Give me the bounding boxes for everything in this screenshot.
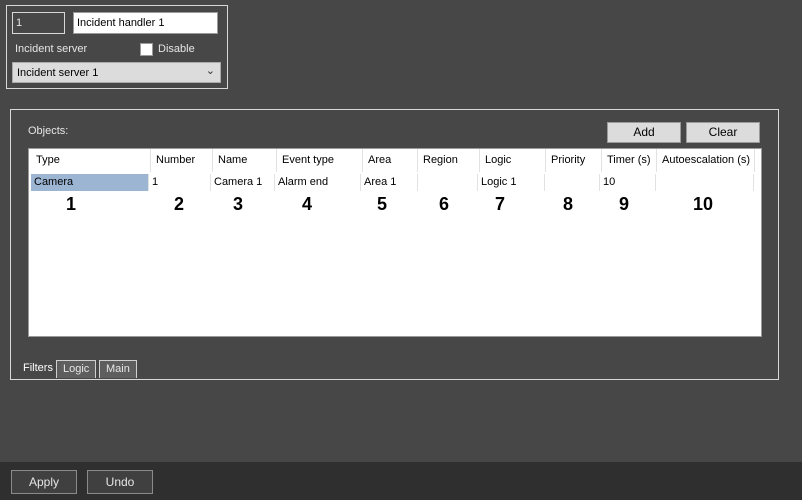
column-number-label: 7 bbox=[494, 194, 505, 214]
cell-region[interactable] bbox=[418, 174, 478, 191]
undo-button[interactable]: Undo bbox=[87, 470, 153, 494]
bottom-toolbar: Apply Undo bbox=[0, 462, 802, 500]
column-number-label: 10 bbox=[692, 194, 714, 214]
column-number-label: 2 bbox=[173, 194, 184, 214]
column-header-number[interactable]: Number bbox=[151, 149, 213, 172]
column-number-label: 3 bbox=[232, 194, 243, 214]
column-header-name[interactable]: Name bbox=[213, 149, 277, 172]
tab-main[interactable]: Main bbox=[99, 360, 137, 378]
disable-label: Disable bbox=[158, 43, 195, 55]
incident-server-label: Incident server bbox=[15, 43, 88, 55]
cell-priority[interactable] bbox=[545, 174, 600, 191]
column-number-label: 5 bbox=[376, 194, 387, 214]
column-number-label: 1 bbox=[65, 194, 76, 214]
cell-number[interactable]: 1 bbox=[149, 174, 211, 191]
cell-event-type[interactable]: Alarm end bbox=[275, 174, 361, 191]
id-field[interactable]: 1 bbox=[12, 12, 65, 34]
column-header-timer[interactable]: Timer (s) bbox=[602, 149, 657, 172]
column-number-label: 9 bbox=[618, 194, 629, 214]
name-field[interactable]: Incident handler 1 bbox=[73, 12, 218, 34]
objects-panel: Objects: Add Clear Type Number Name Even… bbox=[10, 109, 779, 380]
column-header-area[interactable]: Area bbox=[363, 149, 418, 172]
objects-table: Type Number Name Event type Area Region … bbox=[28, 148, 762, 337]
column-header-autoescalation[interactable]: Autoescalation (s) bbox=[657, 149, 755, 172]
tab-filters[interactable]: Filters bbox=[17, 360, 59, 378]
add-button[interactable]: Add bbox=[607, 122, 681, 143]
column-number-label: 8 bbox=[562, 194, 573, 214]
disable-checkbox[interactable] bbox=[140, 43, 153, 56]
cell-autoescalation[interactable] bbox=[656, 174, 754, 191]
clear-button[interactable]: Clear bbox=[686, 122, 760, 143]
column-number-label: 4 bbox=[301, 194, 312, 214]
objects-label: Objects: bbox=[28, 125, 69, 137]
cell-type[interactable]: Camera bbox=[31, 174, 149, 191]
tab-logic[interactable]: Logic bbox=[56, 360, 97, 378]
column-header-logic[interactable]: Logic bbox=[480, 149, 546, 172]
column-header-priority[interactable]: Priority bbox=[546, 149, 602, 172]
column-header-region[interactable]: Region bbox=[418, 149, 480, 172]
column-header-type[interactable]: Type bbox=[31, 149, 151, 172]
chevron-down-icon: ⌄ bbox=[205, 65, 215, 77]
incident-handler-panel: 1 Incident handler 1 Incident server Dis… bbox=[6, 5, 228, 89]
incident-server-select[interactable]: Incident server 1 ⌄ bbox=[12, 62, 221, 83]
cell-area[interactable]: Area 1 bbox=[361, 174, 418, 191]
cell-name[interactable]: Camera 1 bbox=[211, 174, 275, 191]
cell-timer[interactable]: 10 bbox=[600, 174, 656, 191]
apply-button[interactable]: Apply bbox=[11, 470, 77, 494]
incident-server-select-value: Incident server 1 bbox=[17, 67, 99, 79]
column-number-label: 6 bbox=[438, 194, 449, 214]
column-header-event-type[interactable]: Event type bbox=[277, 149, 363, 172]
cell-logic[interactable]: Logic 1 bbox=[478, 174, 545, 191]
